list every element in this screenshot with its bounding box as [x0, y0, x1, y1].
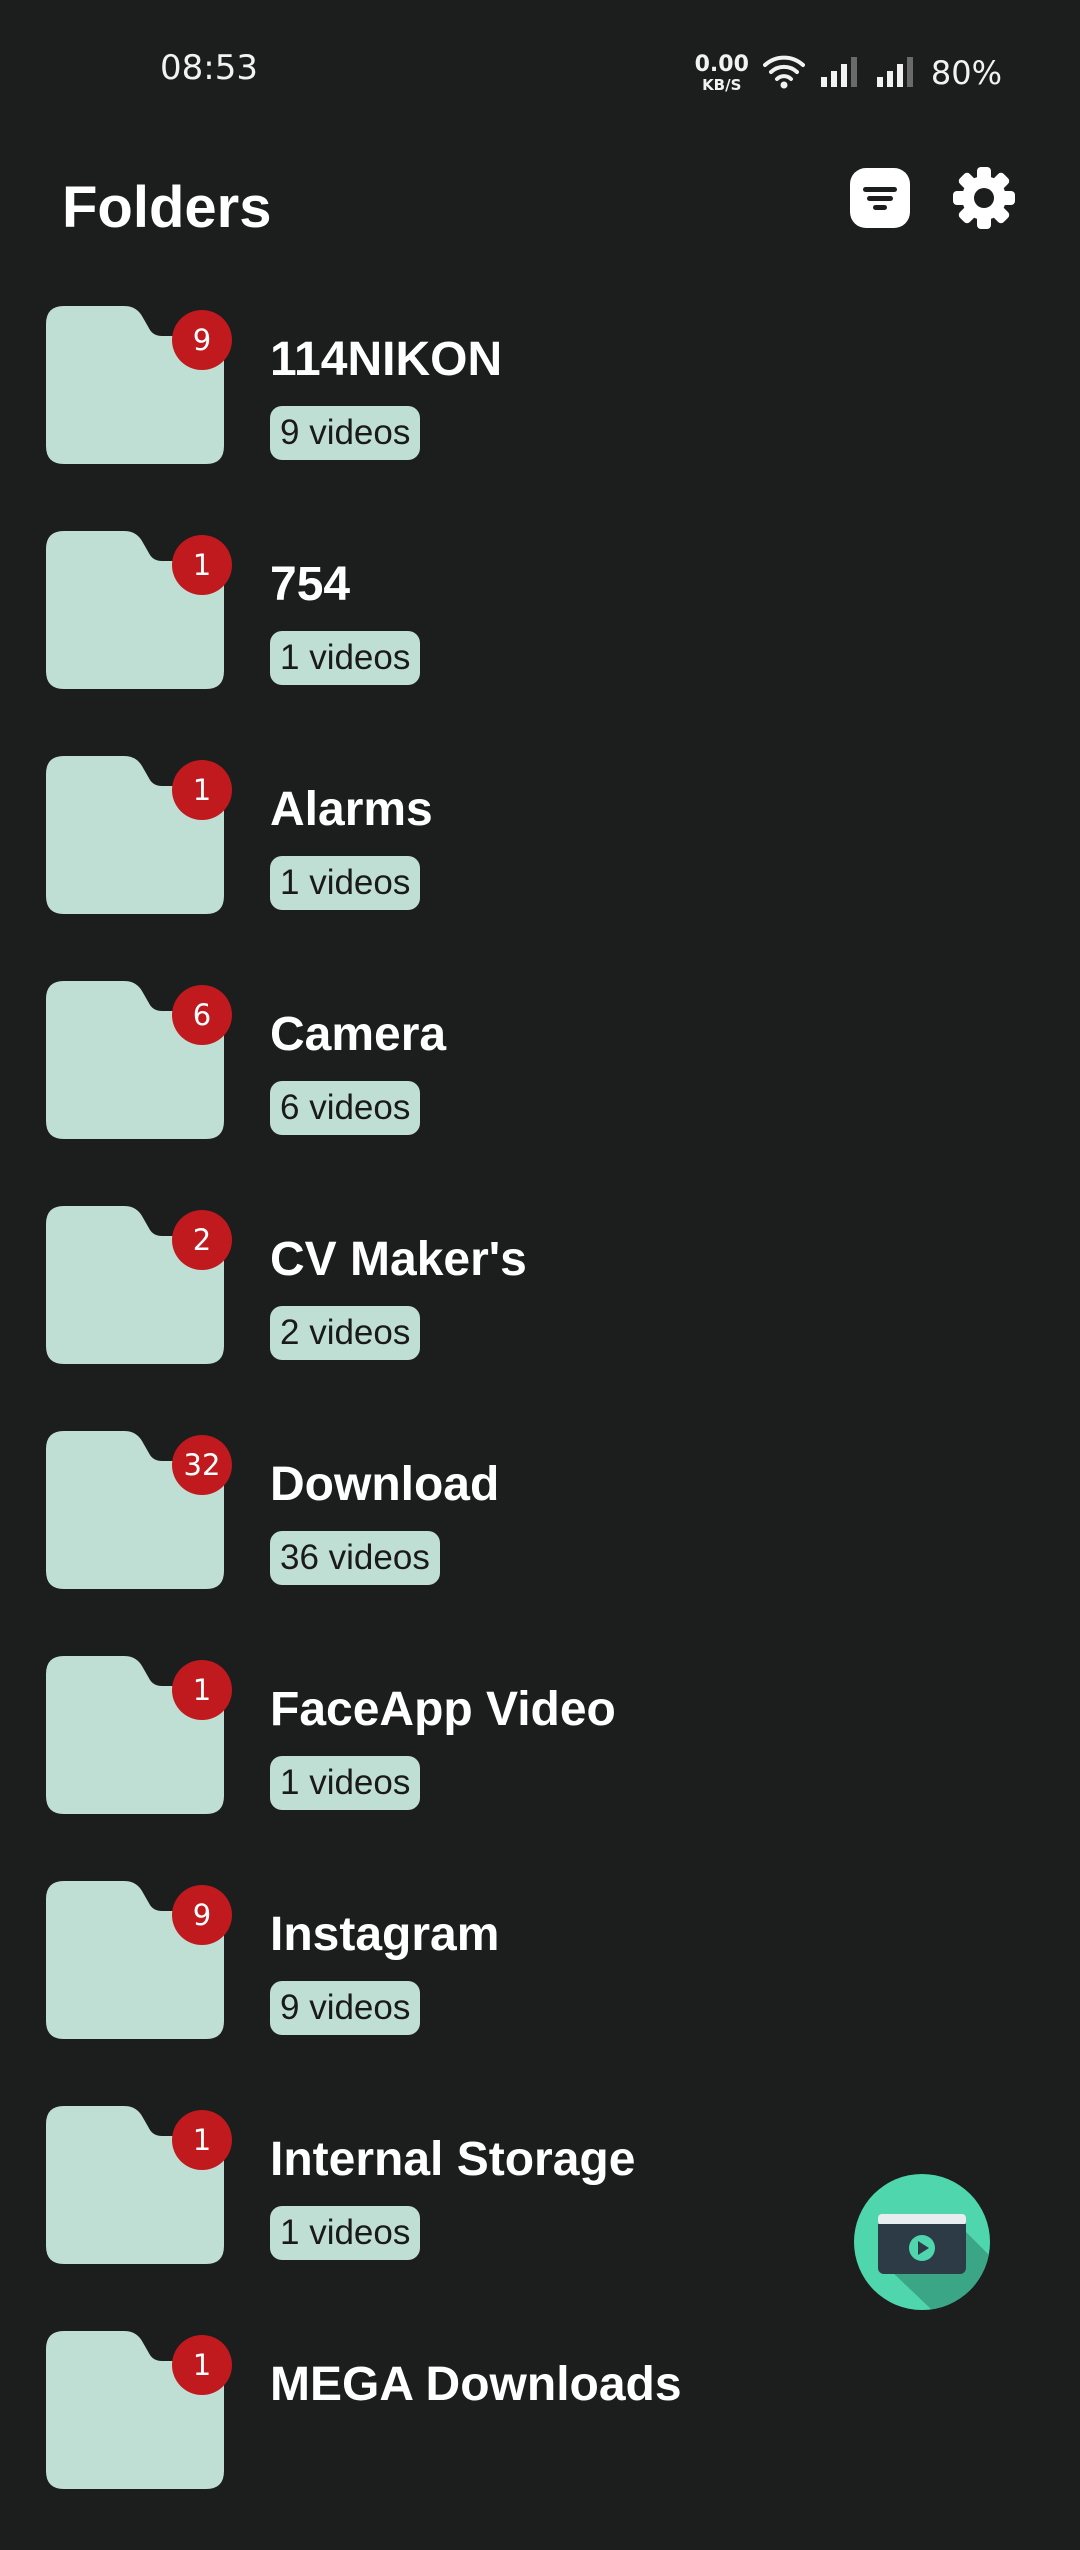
folder-item[interactable]: 1 FaceApp Video 1 videos — [0, 1650, 1080, 1875]
new-count-badge: 1 — [172, 2110, 232, 2170]
video-count-chip: 1 videos — [270, 2206, 421, 2260]
gear-icon — [951, 165, 1017, 236]
folder-item[interactable]: 9 Instagram 9 videos — [0, 1875, 1080, 2100]
folder-name: 114NIKON — [270, 333, 503, 386]
page-title: Folders — [62, 175, 272, 240]
folder-name: Camera — [270, 1008, 447, 1061]
folder-name: Alarms — [270, 783, 433, 836]
folder-name: Internal Storage — [270, 2133, 636, 2186]
video-count-chip: 1 videos — [270, 856, 421, 910]
signal-icon — [819, 55, 861, 92]
folder-name: FaceApp Video — [270, 1683, 616, 1736]
folder-item[interactable]: 1 Alarms 1 videos — [0, 750, 1080, 975]
video-count-chip: 1 videos — [270, 631, 421, 685]
folder-name: Download — [270, 1458, 500, 1511]
folder-name: Instagram — [270, 1908, 500, 1961]
folder-item[interactable]: 6 Camera 6 videos — [0, 975, 1080, 1200]
video-count-chip: 2 videos — [270, 1306, 421, 1360]
new-count-badge: 32 — [172, 1435, 232, 1495]
folder-name: MEGA Downloads — [270, 2358, 682, 2411]
net-speed-unit: KB/S — [702, 75, 742, 94]
new-count-badge: 9 — [172, 1885, 232, 1945]
battery-percent: 80% — [930, 54, 1002, 92]
new-count-badge: 2 — [172, 1210, 232, 1270]
new-count-badge: 1 — [172, 760, 232, 820]
status-time: 08:53 — [160, 48, 258, 88]
video-count-chip: 6 videos — [270, 1081, 421, 1135]
new-count-badge: 1 — [172, 2335, 232, 2395]
folder-item[interactable]: 1 MEGA Downloads — [0, 2325, 1080, 2550]
status-indicators: 0.00 KB/S 80% — [695, 48, 1002, 98]
net-speed-value: 0.00 — [694, 51, 749, 77]
app-header: Folders — [0, 160, 1080, 260]
signal-icon-2 — [875, 55, 917, 92]
new-count-badge: 9 — [172, 310, 232, 370]
video-count-chip: 36 videos — [270, 1531, 440, 1585]
new-count-badge: 1 — [172, 1660, 232, 1720]
video-count-chip: 9 videos — [270, 1981, 421, 2035]
settings-button[interactable] — [944, 160, 1024, 240]
net-speed: 0.00 KB/S — [694, 51, 749, 94]
sort-filter-icon — [850, 167, 910, 233]
status-bar: 08:53 0.00 KB/S 80% — [0, 0, 1080, 140]
folder-item[interactable]: 1 754 1 videos — [0, 525, 1080, 750]
new-count-badge: 1 — [172, 535, 232, 595]
folder-name: 754 — [270, 558, 351, 611]
folder-name: CV Maker's — [270, 1233, 527, 1286]
wifi-icon — [762, 53, 805, 94]
folder-item[interactable]: 2 CV Maker's 2 videos — [0, 1200, 1080, 1425]
new-count-badge: 6 — [172, 985, 232, 1045]
folder-item[interactable]: 9 114NIKON 9 videos — [0, 300, 1080, 525]
filter-button[interactable] — [840, 160, 920, 240]
video-count-chip: 1 videos — [270, 1756, 421, 1810]
player-fab-button[interactable] — [854, 2174, 990, 2310]
folder-item[interactable]: 32 Download 36 videos — [0, 1425, 1080, 1650]
video-count-chip: 9 videos — [270, 406, 421, 460]
